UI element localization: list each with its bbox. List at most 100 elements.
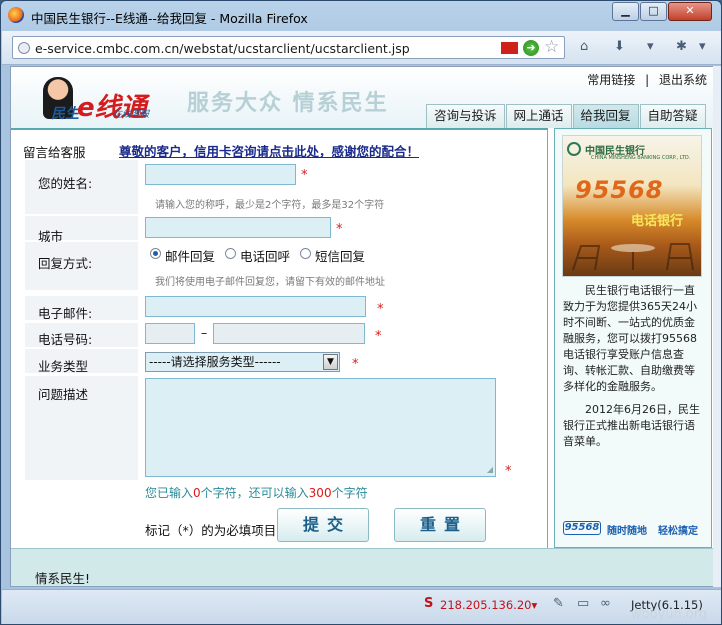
- menu-icon[interactable]: ▾: [699, 39, 706, 54]
- credit-card-notice-link[interactable]: 尊敬的客户，信用卡咨询请点击此处，感谢您的配合！: [119, 141, 419, 160]
- radio-email-label[interactable]: 邮件回复: [165, 246, 215, 265]
- ip-dropdown-icon[interactable]: ▾: [531, 598, 537, 612]
- brush-icon[interactable]: ✎: [553, 596, 564, 611]
- radio-email[interactable]: [150, 248, 161, 259]
- screen-icon[interactable]: ▭: [577, 596, 589, 611]
- description-textarea[interactable]: ◢: [145, 378, 496, 477]
- counter-suffix: 个字符: [331, 486, 368, 500]
- phone-label: 电话号码:: [38, 332, 93, 347]
- name-label: 您的姓名:: [38, 176, 93, 191]
- link-common[interactable]: 常用链接: [587, 71, 635, 88]
- name-input[interactable]: [145, 164, 296, 185]
- tab-online-call[interactable]: 网上通话: [505, 104, 572, 128]
- desc-label: 问题描述: [38, 387, 89, 402]
- status-ip-text: 218.205.136.20: [440, 598, 532, 612]
- home-icon[interactable]: ⌂: [580, 39, 588, 54]
- phone-area-input[interactable]: [145, 323, 195, 344]
- email-input[interactable]: [145, 296, 366, 317]
- logo-text: 民生: [51, 106, 79, 122]
- banner-bank-name-en: CHINA MINSHENG BANKING CORP., LTD.: [591, 155, 691, 161]
- tab-consult[interactable]: 咨询与投诉: [426, 104, 505, 128]
- site-identity-icon[interactable]: [18, 42, 30, 54]
- sidebar-paragraph-1: 民生银行电话银行一直致力于为您提供365天24小时不间断、一站式的优质金融服务，…: [563, 284, 697, 393]
- phone-number-input[interactable]: [213, 323, 365, 344]
- sidebar-hotline-logo: 95568: [563, 521, 601, 535]
- banner-hotline-label: 电话银行: [631, 214, 684, 229]
- site-header: 民生 e线通 在线客服 服务大众 情系民生 常用链接 | 退出系统 咨询与投诉 …: [11, 67, 713, 128]
- type-label: 业务类型: [38, 359, 89, 374]
- service-type-value: -----请选择服务类型------: [149, 355, 281, 369]
- url-text[interactable]: e-service.cmbc.com.cn/webstat/ucstarclie…: [35, 41, 410, 56]
- counter-used: 0: [193, 486, 201, 500]
- link-separator: |: [645, 73, 650, 87]
- firefox-icon[interactable]: [8, 7, 24, 23]
- china-flag-icon: [501, 42, 518, 54]
- footer-text: 情系民生!: [35, 571, 91, 586]
- radio-sms[interactable]: [300, 248, 311, 259]
- phone-separator: –: [201, 325, 208, 340]
- watermark: wooyun.org: [631, 607, 708, 622]
- tools-icon[interactable]: ✱: [676, 39, 687, 54]
- counter-left: 300: [308, 486, 332, 500]
- hotline-banner[interactable]: 中国民生银行 CHINA MINSHENG BANKING CORP., LTD…: [562, 135, 702, 277]
- link-logout[interactable]: 退出系统: [659, 71, 707, 88]
- ip-addon-icon[interactable]: S: [424, 596, 433, 611]
- browser-window: 中国民生银行--E线通--给我回复 - Mozilla Firefox ▁ □ …: [0, 0, 722, 625]
- bookmark-star-icon[interactable]: ☆: [544, 37, 559, 57]
- top-links: 常用链接 | 退出系统: [587, 71, 707, 88]
- maximize-button[interactable]: □: [640, 2, 667, 21]
- chevron-down-icon[interactable]: ▼: [323, 354, 338, 370]
- submit-button[interactable]: 提交: [277, 508, 369, 542]
- required-mark: *: [375, 329, 382, 344]
- city-input[interactable]: [145, 217, 331, 238]
- navigation-bar: e-service.cmbc.com.cn/webstat/ucstarclie…: [2, 31, 721, 65]
- site-logo: 民生 e线通 在线客服: [39, 77, 154, 125]
- window-title: 中国民生银行--E线通--给我回复 - Mozilla Firefox: [31, 11, 308, 26]
- site-slogan: 服务大众 情系民生: [187, 91, 389, 116]
- status-ip[interactable]: 218.205.136.20▾: [440, 598, 537, 612]
- sidebar-paragraph-2: 2012年6月26日，民生银行正式推出新电话银行语音菜单。: [563, 403, 700, 448]
- go-icon[interactable]: ➜: [523, 40, 539, 56]
- reset-button[interactable]: 重置: [394, 508, 486, 542]
- bank-logo-icon: [567, 142, 581, 156]
- title-bar: 中国民生银行--E线通--给我回复 - Mozilla Firefox ▁ □ …: [1, 1, 721, 31]
- page-footer: 情系民生!: [11, 548, 713, 586]
- required-mark: *: [377, 302, 384, 317]
- page-content: 民生 e线通 在线客服 服务大众 情系民生 常用链接 | 退出系统 咨询与投诉 …: [10, 66, 714, 587]
- tab-self-help[interactable]: 自助答疑: [639, 104, 706, 128]
- required-mark: *: [336, 222, 343, 237]
- section-title: 留言给客服: [23, 145, 86, 160]
- reply-hint: 我们将使用电子邮件回复您，请留下有效的邮件地址: [155, 277, 385, 288]
- logo-subtitle: 在线客服: [113, 110, 150, 120]
- sidebar-promo: 中国民生银行 CHINA MINSHENG BANKING CORP., LTD…: [554, 128, 712, 548]
- counter-mid: 个字符，还可以输入: [200, 486, 309, 500]
- resize-grip-icon[interactable]: ◢: [487, 465, 493, 474]
- dropdown-icon[interactable]: ▾: [647, 39, 654, 54]
- required-mark: *: [352, 357, 359, 372]
- service-type-select[interactable]: -----请选择服务类型------ ▼: [145, 352, 340, 372]
- required-mark: *: [505, 464, 512, 479]
- tab-reply[interactable]: 给我回复: [572, 104, 639, 128]
- required-mark: *: [301, 168, 308, 183]
- page-edge: [713, 66, 721, 587]
- radio-phone[interactable]: [225, 248, 236, 259]
- url-bar[interactable]: e-service.cmbc.com.cn/webstat/ucstarclie…: [12, 36, 565, 59]
- chairs-image: [572, 243, 694, 271]
- name-hint: 请输入您的称呼，最少是2个字符，最多是32个字符: [155, 200, 385, 211]
- banner-hotline: 95568: [575, 176, 664, 204]
- reply-label: 回复方式:: [38, 256, 93, 271]
- sidebar-slogan-2: 轻松搞定: [658, 526, 698, 537]
- close-button[interactable]: ✕: [668, 2, 712, 21]
- download-icon[interactable]: ⬇: [614, 39, 625, 54]
- radio-phone-label[interactable]: 电话回呼: [240, 246, 290, 265]
- tab-bar: 咨询与投诉 网上通话 给我回复 自助答疑: [426, 104, 707, 128]
- glasses-icon[interactable]: ∞: [600, 596, 611, 611]
- radio-sms-label[interactable]: 短信回复: [315, 246, 365, 265]
- sidebar-slogan-1: 随时随地: [607, 526, 647, 537]
- char-counter: 您已输入0个字符，还可以输入300个字符: [145, 484, 368, 501]
- email-label: 电子邮件:: [38, 306, 93, 321]
- reply-form: 留言给客服 尊敬的客户，信用卡咨询请点击此处，感谢您的配合！ 您的姓名: * 请…: [11, 128, 548, 548]
- required-note: 标记（*）的为必填项目: [145, 523, 277, 538]
- minimize-button[interactable]: ▁: [612, 2, 639, 21]
- counter-prefix: 您已输入: [145, 486, 194, 500]
